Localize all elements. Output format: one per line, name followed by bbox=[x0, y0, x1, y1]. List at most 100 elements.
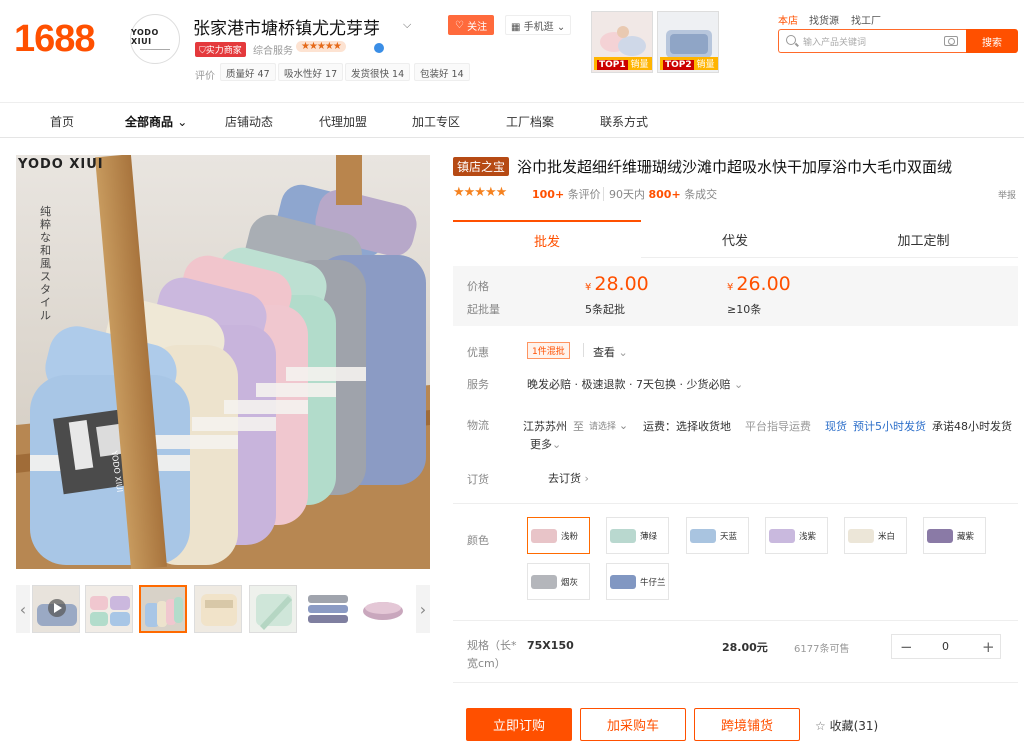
more-label: 更多 bbox=[530, 438, 552, 451]
thumbnail-selected[interactable] bbox=[139, 585, 187, 633]
chevron-left-icon[interactable]: ‹ bbox=[16, 585, 30, 633]
ship-to-select[interactable]: 请选择 ⌄ bbox=[589, 419, 628, 432]
color-swatch[interactable]: 烟灰 bbox=[527, 563, 590, 600]
sales-prefix: 90天内 bbox=[609, 188, 645, 201]
more-link[interactable]: 更多⌄ bbox=[530, 436, 561, 452]
nav-label: 全部商品 bbox=[125, 115, 174, 129]
thumbnail[interactable] bbox=[304, 585, 352, 633]
search-button[interactable]: 搜索 bbox=[966, 29, 1018, 53]
thumbnail-video[interactable] bbox=[32, 585, 80, 633]
rating-tag: 吸水性好 17 bbox=[278, 63, 344, 81]
shop-header: 1688 YODO XIUI 张家港市塘桥镇尤尤芽芽 ⌵ ⛉实力商家 综合服务 … bbox=[0, 0, 1024, 102]
shop-nav: 首页 全部商品 ⌄ 店铺动态 代理加盟 加工专区 工厂档案 联系方式 bbox=[0, 102, 1024, 138]
service-value: 晚发必赔 · 极速退款 · 7天包换 · 少货必赔 bbox=[527, 378, 731, 391]
service-guarantees[interactable]: 晚发必赔 · 极速退款 · 7天包换 · 少货必赔 ⌄ bbox=[527, 376, 743, 392]
swatch-label: 浅粉 bbox=[561, 531, 579, 542]
nav-shop-news[interactable]: 店铺动态 bbox=[225, 113, 273, 130]
mobile-browse-button[interactable]: ▦ 手机逛 ⌄ bbox=[505, 15, 572, 35]
color-swatch[interactable]: 天蓝 bbox=[686, 517, 749, 554]
review-number: 100+ bbox=[532, 188, 565, 201]
main-product-image[interactable]: YODO XIUI 纯粹な和風スタイル YODO XIUI bbox=[16, 155, 430, 569]
color-swatch[interactable]: 浅紫 bbox=[765, 517, 828, 554]
stock-quantity: 6177条可售 bbox=[794, 644, 850, 655]
scope-link-shop[interactable]: 本店 bbox=[778, 12, 798, 27]
booking-link[interactable]: 去订货 › bbox=[548, 470, 589, 486]
tier-2-qty: ≥10条 bbox=[727, 303, 762, 316]
qrcode-icon: ▦ bbox=[511, 22, 521, 33]
color-swatch[interactable]: 米白 bbox=[844, 517, 907, 554]
swatch-image bbox=[610, 528, 636, 543]
freight-guide[interactable]: 平台指导运费 bbox=[745, 418, 811, 434]
quantity-value[interactable]: 0 bbox=[942, 640, 949, 653]
nav-contact[interactable]: 联系方式 bbox=[600, 113, 648, 130]
nav-factory-profile[interactable]: 工厂档案 bbox=[506, 113, 554, 130]
freight-info: 运费：选择收货地 bbox=[643, 420, 731, 433]
camera-icon[interactable] bbox=[944, 36, 958, 46]
shop-name[interactable]: 张家港市塘桥镇尤尤芽芽 bbox=[193, 14, 380, 39]
search-placeholder: 输入产品关键词 bbox=[803, 38, 867, 48]
spec-value: 75X150 bbox=[527, 639, 574, 652]
chevron-down-icon: ⌄ bbox=[556, 22, 566, 33]
nav-processing[interactable]: 加工专区 bbox=[412, 113, 460, 130]
currency-symbol: ¥ bbox=[585, 282, 592, 293]
report-link[interactable]: 举报 bbox=[998, 188, 1016, 201]
color-swatch[interactable]: 薄绿 bbox=[606, 517, 669, 554]
review-count[interactable]: 100+ 条评价 bbox=[532, 186, 601, 202]
buy-now-button[interactable]: 立即订购 bbox=[466, 708, 572, 741]
chevron-down-icon: ⌄ bbox=[177, 115, 188, 129]
color-swatch[interactable]: 藏紫 bbox=[923, 517, 986, 554]
quantity-stepper: − 0 + bbox=[891, 634, 1001, 659]
tab-wholesale[interactable]: 批发 bbox=[453, 220, 641, 258]
booking-value: 去订货 bbox=[548, 472, 581, 485]
scope-link-source[interactable]: 找货源 bbox=[809, 12, 839, 27]
nav-agency[interactable]: 代理加盟 bbox=[319, 113, 367, 130]
video-thumb-image bbox=[33, 586, 79, 632]
nav-all-products[interactable]: 全部商品 ⌄ bbox=[125, 113, 187, 130]
scope-link-factory[interactable]: 找工厂 bbox=[851, 12, 881, 27]
thumbnail[interactable] bbox=[85, 585, 133, 633]
add-to-cart-button[interactable]: 加采购车 bbox=[580, 708, 686, 741]
color-swatch[interactable]: 牛仔兰 bbox=[606, 563, 669, 600]
shop-avatar[interactable]: YODO XIUI bbox=[130, 14, 180, 64]
price-value: 28.00 bbox=[594, 273, 649, 295]
search-input[interactable]: 输入产品关键词 bbox=[778, 29, 966, 53]
follow-button[interactable]: ♡ 关注 bbox=[448, 15, 494, 35]
towel-thumb-image bbox=[304, 585, 352, 633]
towel-stack-image bbox=[16, 155, 430, 569]
rank-label: 销量 bbox=[696, 60, 715, 70]
chevron-down-icon[interactable]: ⌵ bbox=[403, 18, 411, 32]
cross-border-button[interactable]: 跨境铺货 bbox=[694, 708, 800, 741]
minus-icon[interactable]: − bbox=[900, 638, 913, 656]
ship-time: 预计5小时发货 bbox=[853, 420, 926, 433]
nav-home[interactable]: 首页 bbox=[50, 113, 74, 130]
swatch-image bbox=[610, 574, 636, 589]
thumbnail[interactable] bbox=[194, 585, 242, 633]
plus-icon[interactable]: + bbox=[982, 638, 995, 656]
rank-text: TOP2 bbox=[663, 60, 694, 70]
thumbnail[interactable] bbox=[359, 585, 407, 633]
shop-logo-underline bbox=[140, 47, 170, 50]
towel-thumb-image bbox=[359, 585, 407, 633]
image-brand-text: YODO XIUI bbox=[18, 157, 104, 172]
shop-logo-text: YODO XIUI bbox=[131, 28, 159, 46]
favorite-button[interactable]: ☆ 收藏(31) bbox=[815, 717, 878, 734]
badge-label: 实力商家 bbox=[205, 46, 242, 56]
rating-tag: 发货很快 14 bbox=[345, 63, 411, 81]
swatch-label: 天蓝 bbox=[720, 531, 738, 542]
tab-custom-processing[interactable]: 加工定制 bbox=[829, 220, 1018, 258]
thumbnail[interactable] bbox=[249, 585, 297, 633]
discount-view-link[interactable]: 查看 ⌄ bbox=[593, 344, 628, 360]
ship-from: 江苏苏州 bbox=[523, 420, 567, 433]
top-product-thumb[interactable]: TOP2 销量 bbox=[657, 11, 719, 73]
chevron-right-icon: › bbox=[584, 472, 589, 485]
color-swatch[interactable]: 浅粉 bbox=[527, 517, 590, 554]
chevron-down-icon: ⌄ bbox=[618, 419, 629, 432]
search-icon bbox=[786, 35, 796, 45]
site-logo[interactable]: 1688 bbox=[14, 18, 96, 61]
info-icon[interactable] bbox=[374, 43, 384, 53]
heart-icon: ♡ bbox=[454, 19, 464, 31]
mobile-label: 手机逛 bbox=[523, 22, 554, 33]
chevron-right-icon[interactable]: › bbox=[416, 585, 430, 633]
top-product-thumb[interactable]: TOP1 销量 bbox=[591, 11, 653, 73]
tab-dropship[interactable]: 代发 bbox=[641, 220, 829, 258]
